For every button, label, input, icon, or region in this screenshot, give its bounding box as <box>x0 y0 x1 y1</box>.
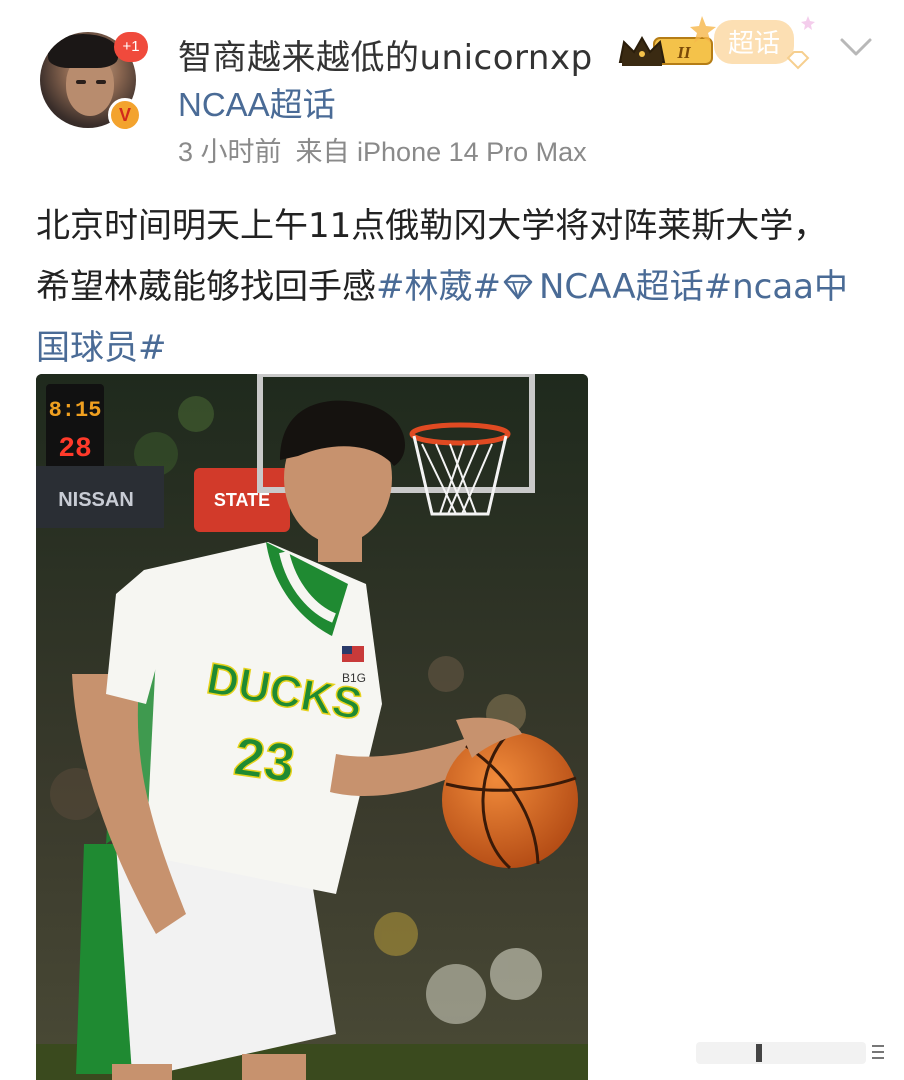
post-meta: 3 小时前 来自 iPhone 14 Pro Max <box>178 130 587 169</box>
image-toolbar-handle <box>696 1042 884 1064</box>
jersey-number: 23 <box>231 726 299 794</box>
avatar[interactable]: +1 V <box>40 32 148 132</box>
topic-link[interactable]: NCAA超话 <box>178 78 336 126</box>
hashtag-linwei[interactable]: #林葳# <box>376 267 501 307</box>
verified-badge: V <box>108 98 142 132</box>
chevron-down-icon[interactable] <box>838 34 874 58</box>
supertopic-icon[interactable]: 超话 <box>690 10 830 74</box>
scoreboard-clock: 8:15 <box>49 398 102 423</box>
supertopic-label: 超话 <box>728 29 780 59</box>
post-time: 3 小时前 <box>178 137 282 167</box>
post-text: 北京时间明天上午11点俄勒冈大学将对阵莱斯大学，希望林葳能够找回手感#林葳# NC… <box>36 196 856 379</box>
gem-icon <box>503 274 533 300</box>
post-photo[interactable]: 8:15 28 NISSAN STATE DUCKS 23 B1G <box>36 374 588 1080</box>
post-source: 来自 iPhone 14 Pro Max <box>295 137 587 167</box>
plus-one-badge: +1 <box>114 32 148 62</box>
sponsor-nissan: NISSAN <box>58 489 134 511</box>
username[interactable]: 智商越来越低的unicornxp <box>178 30 593 79</box>
chest-logo: B1G <box>342 671 366 685</box>
scoreboard-shot: 28 <box>58 434 92 465</box>
